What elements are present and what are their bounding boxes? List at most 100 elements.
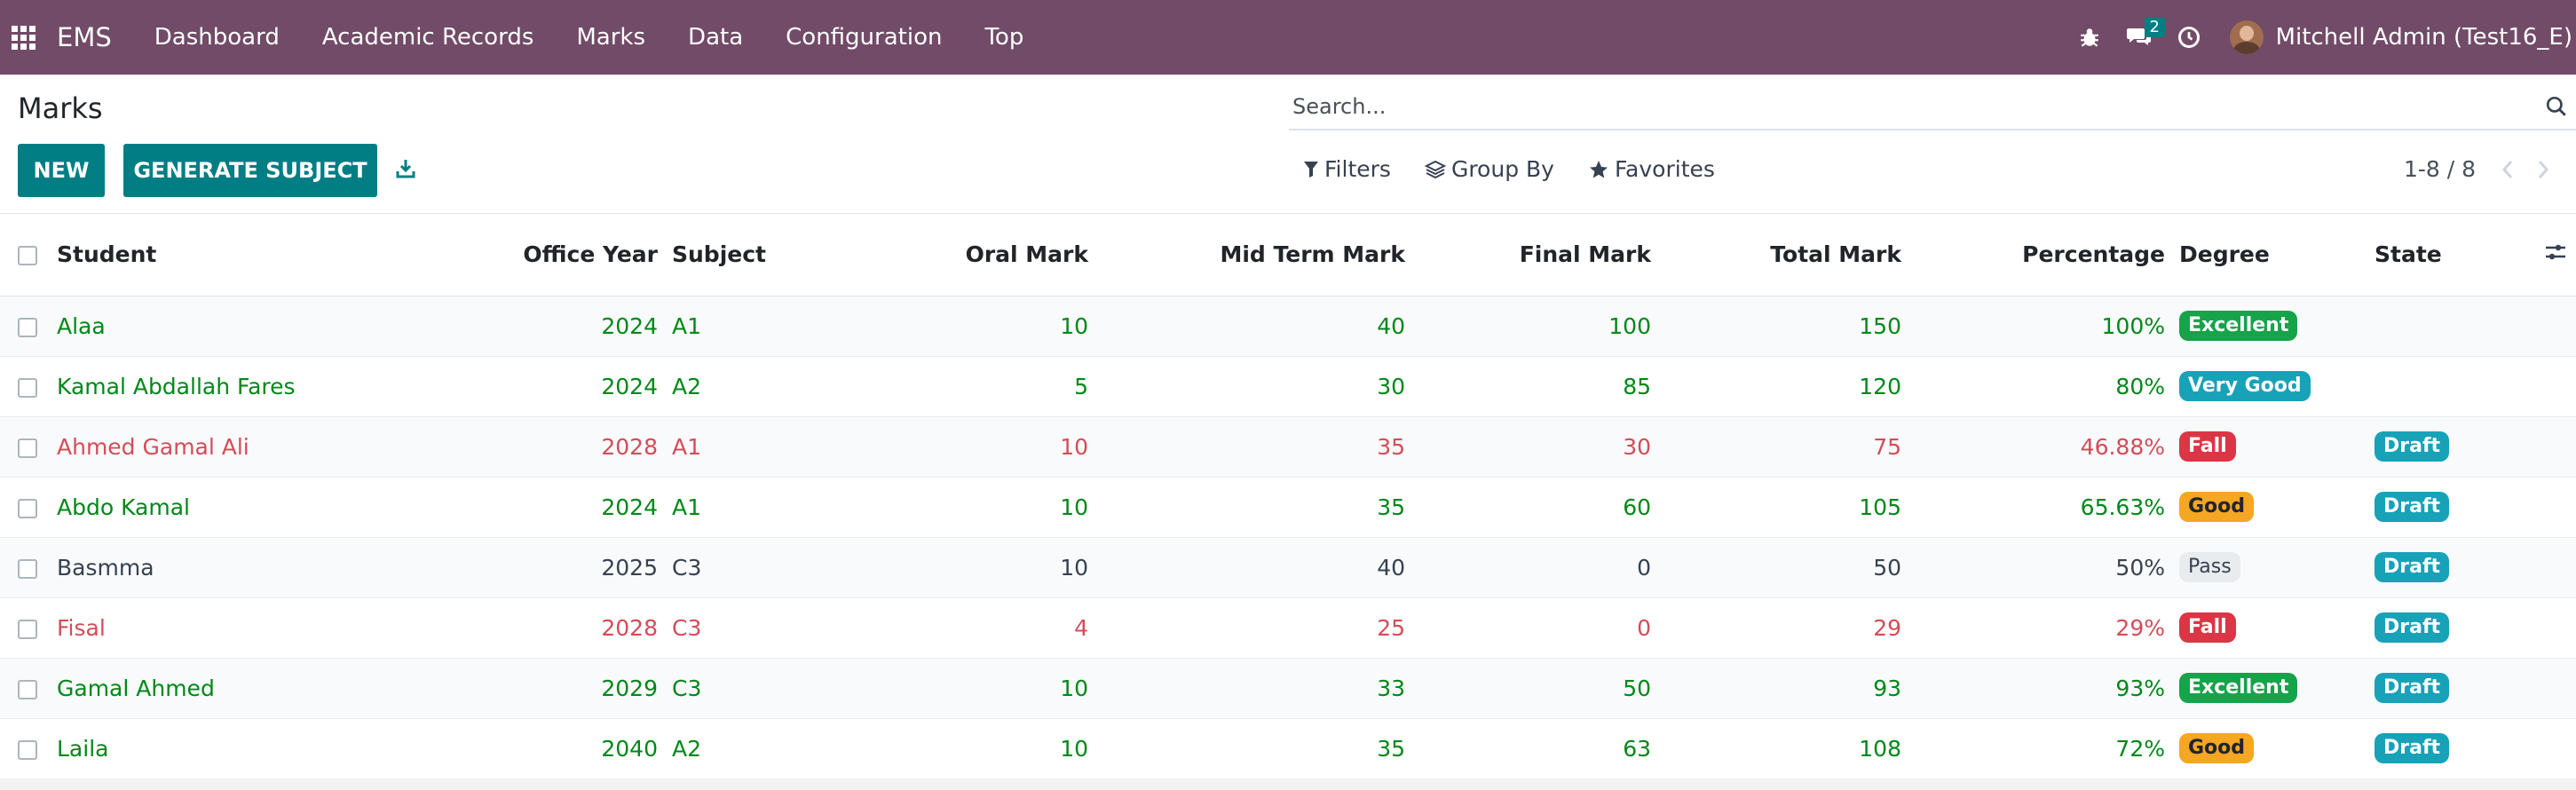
cell-subject: A2: [658, 718, 897, 779]
header-subject[interactable]: Subject: [658, 214, 897, 296]
cell-total-mark: 29: [1651, 597, 1901, 659]
cell-degree: Excellent: [2179, 658, 2375, 719]
cell-state: Draft: [2375, 477, 2534, 538]
cell-state: [2375, 356, 2534, 417]
table-row[interactable]: Ahmed Gamal Ali 2028 A1 10 35 30 75 46.88% Fall D…: [0, 416, 2576, 478]
cell-optional-spacer: [2534, 477, 2576, 538]
cell-percentage: 29%: [1901, 597, 2165, 659]
pager-next-icon[interactable]: [2525, 160, 2561, 179]
cell-state: Draft: [2375, 537, 2534, 598]
cell-final-mark: 63: [1405, 718, 1651, 779]
download-icon[interactable]: [391, 154, 421, 184]
menu-top[interactable]: Top: [963, 0, 1045, 75]
cell-total-mark: 120: [1651, 356, 1901, 417]
messages-chat-icon[interactable]: 2: [2114, 0, 2165, 75]
filters-toggle[interactable]: Filters: [1303, 156, 1391, 182]
search-input[interactable]: [1289, 94, 2537, 119]
state-badge: Draft: [2375, 552, 2450, 582]
row-checkbox[interactable]: [18, 619, 37, 639]
state-badge: Draft: [2375, 612, 2450, 643]
table-row[interactable]: Gamal Ahmed 2029 C3 10 33 50 93 93% Excellent Dra…: [0, 658, 2576, 719]
table-row[interactable]: Abdo Kamal 2024 A1 10 35 60 105 65.63% Good Draft: [0, 477, 2576, 538]
optional-columns-icon[interactable]: [2534, 214, 2576, 296]
cell-spacer: [2165, 658, 2179, 719]
header-spacer: [2165, 214, 2179, 296]
debug-bug-icon[interactable]: [2065, 0, 2114, 75]
cell-subject: A1: [658, 296, 897, 357]
table-row[interactable]: Kamal Abdallah Fares 2024 A2 5 30 85 120 80% Ver…: [0, 356, 2576, 417]
header-oral-mark[interactable]: Oral Mark: [897, 214, 1088, 296]
table-row[interactable]: Laila 2040 A2 10 35 63 108 72% Good Draft: [0, 718, 2576, 779]
header-student[interactable]: Student: [57, 214, 474, 296]
cell-optional-spacer: [2534, 356, 2576, 417]
pager-previous-icon[interactable]: [2490, 160, 2525, 179]
select-all-checkbox[interactable]: [18, 246, 37, 266]
cell-student: Basmma: [57, 537, 474, 598]
search-icon[interactable]: [2537, 87, 2576, 126]
row-checkbox[interactable]: [18, 498, 37, 518]
cell-oral-mark: 5: [897, 356, 1088, 417]
cell-total-mark: 50: [1651, 537, 1901, 598]
cell-degree: Very Good: [2179, 356, 2375, 417]
header-state[interactable]: State: [2375, 214, 2534, 296]
menu-dashboard[interactable]: Dashboard: [133, 0, 301, 75]
pager-value[interactable]: 1-8 / 8: [2404, 156, 2476, 182]
app-brand[interactable]: EMS: [46, 22, 133, 52]
cell-office-year: 2029: [474, 658, 658, 719]
row-checkbox[interactable]: [18, 317, 37, 337]
cell-office-year: 2024: [474, 477, 658, 538]
cell-subject: A1: [658, 477, 897, 538]
filter-funnel-icon: [1304, 161, 1318, 178]
cell-oral-mark: 10: [897, 718, 1088, 779]
header-office-year[interactable]: Office Year: [474, 214, 658, 296]
cell-total-mark: 150: [1651, 296, 1901, 357]
cell-spacer: [2165, 537, 2179, 598]
generate-subject-button[interactable]: GENERATE SUBJECT: [123, 144, 377, 197]
cell-optional-spacer: [2534, 296, 2576, 357]
cell-state: Draft: [2375, 416, 2534, 478]
cell-office-year: 2028: [474, 597, 658, 659]
cell-oral-mark: 10: [897, 658, 1088, 719]
cell-optional-spacer: [2534, 718, 2576, 779]
search-panel-toggles: Filters Group By Favorites: [1303, 156, 1749, 182]
menu-data[interactable]: Data: [667, 0, 764, 75]
menu-marks[interactable]: Marks: [555, 0, 667, 75]
row-checkbox-cell: [0, 718, 57, 779]
header-percentage[interactable]: Percentage: [1901, 214, 2165, 296]
row-checkbox[interactable]: [18, 438, 37, 458]
state-badge: Draft: [2375, 431, 2450, 462]
cell-final-mark: 30: [1405, 416, 1651, 478]
menu-academic-records[interactable]: Academic Records: [301, 0, 556, 75]
new-button[interactable]: NEW: [18, 144, 105, 197]
row-checkbox[interactable]: [18, 558, 37, 579]
header-total-mark[interactable]: Total Mark: [1651, 214, 1901, 296]
menu-configuration[interactable]: Configuration: [764, 0, 963, 75]
cell-spacer: [2165, 296, 2179, 357]
header-degree[interactable]: Degree: [2179, 214, 2375, 296]
degree-badge: Very Good: [2179, 371, 2311, 401]
row-checkbox[interactable]: [18, 679, 37, 699]
header-mid-term-mark[interactable]: Mid Term Mark: [1088, 214, 1405, 296]
row-checkbox-cell: [0, 416, 57, 478]
cell-mid-term-mark: 35: [1088, 718, 1405, 779]
cell-optional-spacer: [2534, 597, 2576, 659]
cell-degree: Pass: [2179, 537, 2375, 598]
cell-student: Gamal Ahmed: [57, 658, 474, 719]
cell-total-mark: 105: [1651, 477, 1901, 538]
row-checkbox-cell: [0, 356, 57, 417]
apps-menu-icon[interactable]: [0, 0, 46, 75]
row-checkbox[interactable]: [18, 739, 37, 760]
favorites-toggle[interactable]: Favorites: [1588, 156, 1715, 182]
table-row[interactable]: Alaa 2024 A1 10 40 100 150 100% Excellent: [0, 296, 2576, 357]
row-checkbox[interactable]: [18, 377, 37, 398]
table-row[interactable]: Basmma 2025 C3 10 40 0 50 50% Pass Draft: [0, 537, 2576, 598]
groupby-toggle[interactable]: Group By: [1424, 156, 1554, 182]
degree-badge: Fall: [2179, 612, 2236, 643]
row-checkbox-cell: [0, 597, 57, 659]
activity-clock-icon[interactable]: [2164, 0, 2214, 75]
header-final-mark[interactable]: Final Mark: [1405, 214, 1651, 296]
user-menu[interactable]: Mitchell Admin (Test16_E): [2214, 20, 2572, 54]
table-row[interactable]: Fisal 2028 C3 4 25 0 29 29% Fall Draft: [0, 597, 2576, 659]
cell-oral-mark: 10: [897, 296, 1088, 357]
degree-badge: Good: [2179, 733, 2255, 763]
